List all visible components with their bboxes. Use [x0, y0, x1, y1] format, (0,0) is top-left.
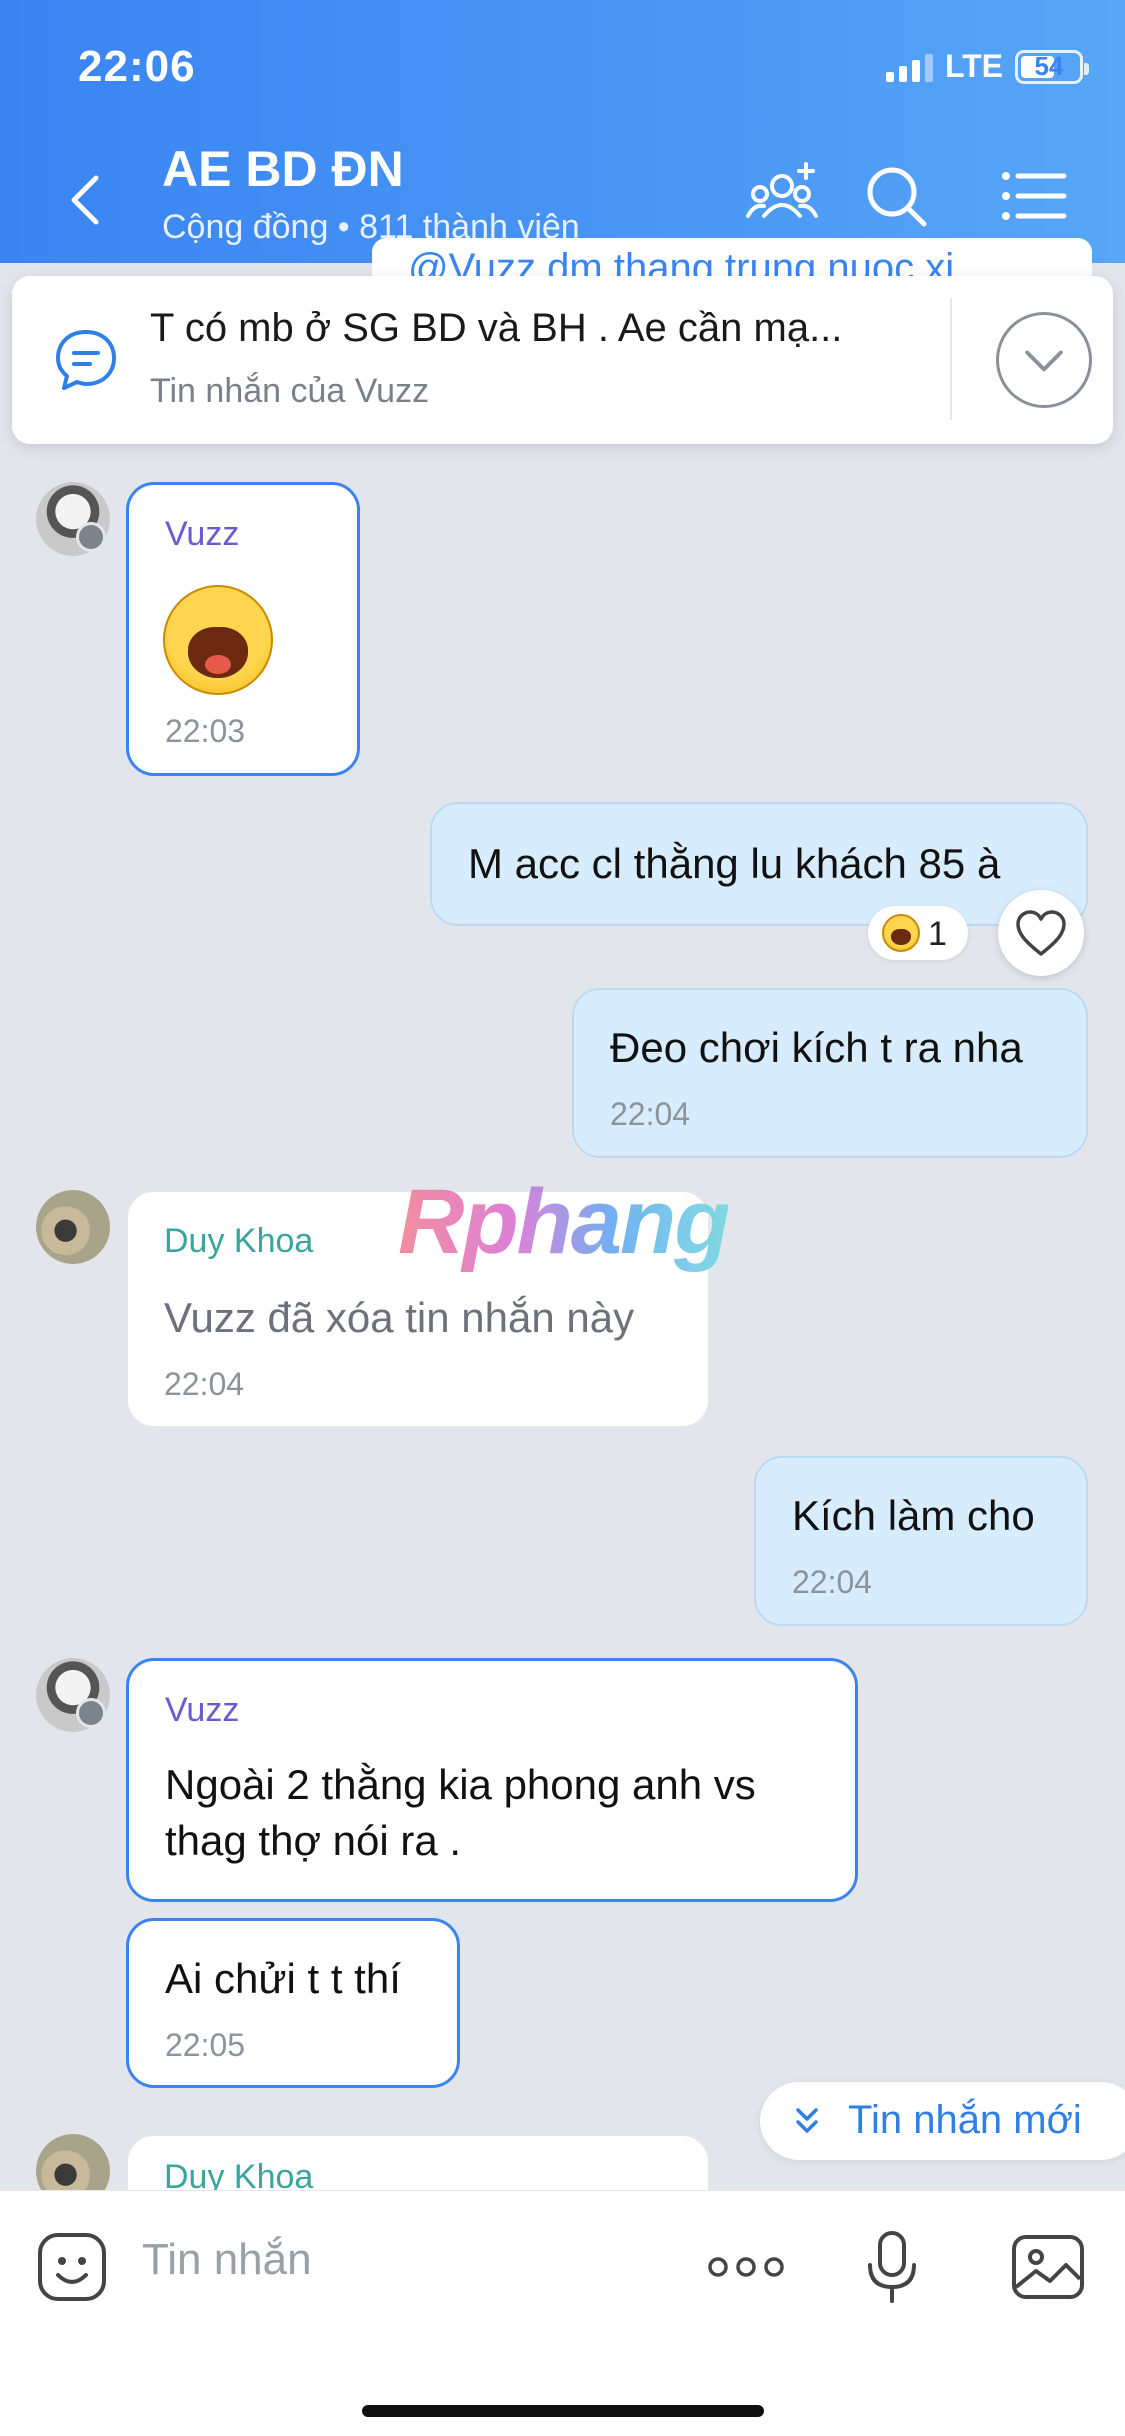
- message-bubble[interactable]: Ai chửi t t thí 22:05: [126, 1918, 460, 2088]
- message-bubble[interactable]: Đeo chơi kích t ra nha 22:04: [572, 988, 1088, 1158]
- message-bubble[interactable]: Kích làm cho 22:04: [754, 1456, 1088, 1626]
- message-time: 22:04: [792, 1564, 873, 1600]
- status-indicators: LTE 54: [885, 48, 1089, 85]
- home-indicator[interactable]: [362, 2405, 764, 2417]
- chat-header: 22:06 LTE 54 AE BD ĐN Cộng đồng • 811 th…: [0, 0, 1125, 263]
- sticker-emoji-icon[interactable]: [34, 2229, 110, 2305]
- image-gallery-icon[interactable]: [1010, 2229, 1086, 2305]
- watermark-logo: Rphang: [398, 1171, 730, 1273]
- sender-name: Vuzz: [165, 515, 240, 553]
- more-options-icon[interactable]: [706, 2247, 786, 2287]
- pinned-message-banner[interactable]: T có mb ở SG BD và BH . Ae cần mạ... Tin…: [12, 276, 1113, 444]
- message-input[interactable]: Tin nhắn: [142, 2235, 312, 2285]
- message-text: Ai chửi t t thí: [165, 1955, 401, 2002]
- back-arrow-icon[interactable]: [62, 170, 112, 230]
- laughing-emoji-icon: [882, 914, 920, 952]
- divider: [950, 298, 952, 420]
- deleted-message-text: Vuzz đã xóa tin nhắn này: [164, 1294, 635, 1341]
- new-messages-button[interactable]: Tin nhắn mới: [760, 2082, 1125, 2160]
- key-badge-icon: [76, 1698, 106, 1728]
- status-time: 22:06: [78, 42, 196, 91]
- chat-bubble-icon: [56, 330, 116, 390]
- microphone-icon[interactable]: [864, 2229, 920, 2305]
- heart-react-icon[interactable]: [998, 890, 1084, 976]
- double-chevron-down-icon: [796, 2108, 818, 2133]
- sender-name: Vuzz: [165, 1691, 240, 1729]
- message-bubble[interactable]: Vuzz 22:03: [126, 482, 360, 776]
- battery-icon: 54: [1015, 49, 1089, 84]
- expand-chevron-icon[interactable]: [996, 312, 1092, 408]
- pinned-message-text: T có mb ở SG BD và BH . Ae cần mạ...: [150, 306, 843, 350]
- search-icon[interactable]: [858, 158, 934, 234]
- message-time: 22:04: [164, 1366, 245, 1402]
- battery-level: 54: [1034, 51, 1064, 81]
- signal-icon: [885, 52, 933, 82]
- reaction-count: 1: [928, 915, 947, 953]
- add-members-icon[interactable]: [744, 158, 820, 234]
- message-composer: Tin nhắn: [0, 2190, 1125, 2436]
- network-type: LTE: [944, 48, 1003, 84]
- pinned-message-source: Tin nhắn của Vuzz: [150, 372, 430, 410]
- message-time: 22:05: [165, 2027, 246, 2063]
- laughing-emoji-icon: [163, 585, 273, 695]
- avatar[interactable]: [36, 1190, 110, 1264]
- message-text: M acc cl thằng lu khách 85 à: [468, 840, 1001, 887]
- chat-title[interactable]: AE BD ĐN: [162, 140, 404, 198]
- message-bubble[interactable]: M acc cl thằng lu khách 85 à: [430, 802, 1088, 926]
- menu-list-icon[interactable]: [996, 158, 1072, 234]
- key-badge-icon: [76, 522, 106, 552]
- message-time: 22:03: [165, 713, 246, 749]
- reaction-summary[interactable]: 1: [868, 906, 968, 960]
- message-time: 22:04: [610, 1096, 691, 1132]
- message-text: Đeo chơi kích t ra nha: [610, 1024, 1023, 1071]
- message-text: Kích làm cho: [792, 1492, 1035, 1539]
- new-messages-label: Tin nhắn mới: [848, 2098, 1082, 2142]
- message-text-line-2: thag thợ nói ra .: [165, 1817, 462, 1864]
- sender-name: Duy Khoa: [164, 1222, 314, 1260]
- message-text-line-1: Ngoài 2 thằng kia phong anh vs: [165, 1761, 756, 1808]
- message-bubble[interactable]: Vuzz Ngoài 2 thằng kia phong anh vs thag…: [126, 1658, 858, 1902]
